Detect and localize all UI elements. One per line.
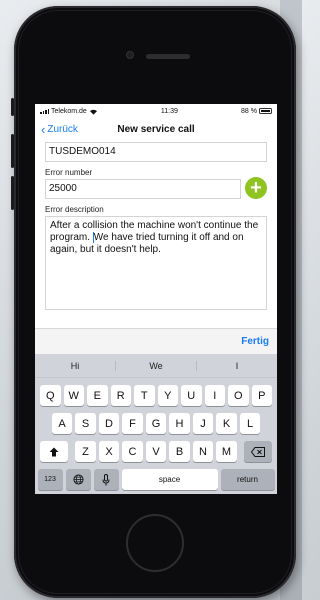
key-o[interactable]: O: [228, 385, 249, 406]
app-screen: Telekom.de 11:39 88 % ‹ Zurück New servi…: [35, 104, 277, 494]
suggestion-2[interactable]: We: [116, 360, 197, 371]
plus-circle-icon[interactable]: +: [245, 177, 267, 199]
key-u[interactable]: U: [181, 385, 202, 406]
home-button[interactable]: [126, 514, 184, 572]
key-f[interactable]: F: [122, 413, 143, 434]
carrier-label: Telekom.de: [51, 107, 87, 115]
key-x[interactable]: X: [98, 441, 120, 462]
key-k[interactable]: K: [216, 413, 237, 434]
dictation-key[interactable]: [93, 469, 119, 490]
error-number-row: 25000 +: [45, 177, 267, 199]
shift-key[interactable]: [40, 441, 69, 462]
error-number-field[interactable]: 25000: [45, 179, 241, 199]
signal-icon: [40, 108, 49, 114]
navigation-bar: ‹ Zurück New service call: [35, 118, 277, 140]
key-g[interactable]: G: [145, 413, 167, 434]
key-e[interactable]: E: [87, 385, 108, 406]
status-right: 88 %: [241, 108, 272, 115]
battery-percent: 88 %: [241, 107, 257, 115]
key-row-1: Q W E R T Y U I O P: [35, 385, 277, 406]
key-v[interactable]: V: [145, 441, 167, 462]
front-camera: [126, 51, 134, 59]
backspace-icon: [250, 446, 265, 457]
mute-switch: [11, 98, 14, 116]
key-i[interactable]: I: [204, 385, 225, 406]
service-call-form: TUSDEMO014 Error number 25000 + Error de…: [35, 142, 277, 310]
key-p[interactable]: P: [251, 385, 272, 406]
key-row-4: 123 space return: [35, 469, 277, 490]
numbers-key[interactable]: 123: [37, 469, 63, 490]
volume-up-button: [11, 134, 14, 168]
microphone-icon: [102, 473, 110, 485]
key-j[interactable]: J: [192, 413, 214, 434]
suggestion-1[interactable]: Hi: [35, 360, 116, 371]
back-button[interactable]: ‹ Zurück: [41, 123, 78, 136]
wifi-icon: [89, 109, 97, 115]
key-w[interactable]: W: [63, 385, 84, 406]
key-row-2: A S D F G H J K L: [35, 413, 277, 434]
done-button[interactable]: Fertig: [241, 336, 269, 347]
key-t[interactable]: T: [134, 385, 155, 406]
earpiece-speaker: [146, 54, 190, 59]
key-row-3: Z X C V B N M: [35, 441, 277, 462]
volume-down-button: [11, 176, 14, 210]
key-a[interactable]: A: [51, 413, 73, 434]
key-c[interactable]: C: [122, 441, 143, 462]
battery-icon: [258, 108, 272, 114]
globe-key[interactable]: [65, 469, 91, 490]
error-description-field[interactable]: After a collision the machine won't cont…: [45, 216, 267, 310]
key-q[interactable]: Q: [40, 385, 61, 406]
delete-key[interactable]: [243, 441, 272, 462]
status-left: Telekom.de: [40, 108, 98, 115]
back-label: Zurück: [47, 123, 78, 135]
globe-icon: [72, 474, 84, 485]
return-key[interactable]: return: [220, 469, 275, 490]
key-r[interactable]: R: [110, 385, 131, 406]
key-d[interactable]: D: [98, 413, 120, 434]
keyboard-toolbar: Fertig: [35, 328, 277, 354]
error-description-label: Error description: [45, 205, 104, 214]
key-y[interactable]: Y: [157, 385, 178, 406]
suggestion-bar: Hi We I: [35, 354, 277, 378]
error-number-label: Error number: [45, 168, 93, 177]
key-s[interactable]: S: [75, 413, 96, 434]
key-z[interactable]: Z: [75, 441, 96, 462]
chevron-left-icon: ‹: [41, 121, 46, 137]
shift-icon: [49, 447, 59, 456]
key-b[interactable]: B: [169, 441, 190, 462]
id-field[interactable]: TUSDEMO014: [45, 142, 267, 162]
key-n[interactable]: N: [192, 441, 214, 462]
suggestion-3[interactable]: I: [197, 361, 277, 371]
key-h[interactable]: H: [169, 413, 190, 434]
key-m[interactable]: M: [216, 441, 237, 462]
key-l[interactable]: L: [239, 413, 261, 434]
keyboard: Hi We I Q W E R T Y U I O P A S D F G H …: [35, 354, 277, 494]
status-bar: Telekom.de 11:39 88 %: [35, 104, 277, 118]
status-time: 11:39: [160, 107, 178, 115]
space-key[interactable]: space: [121, 469, 218, 490]
